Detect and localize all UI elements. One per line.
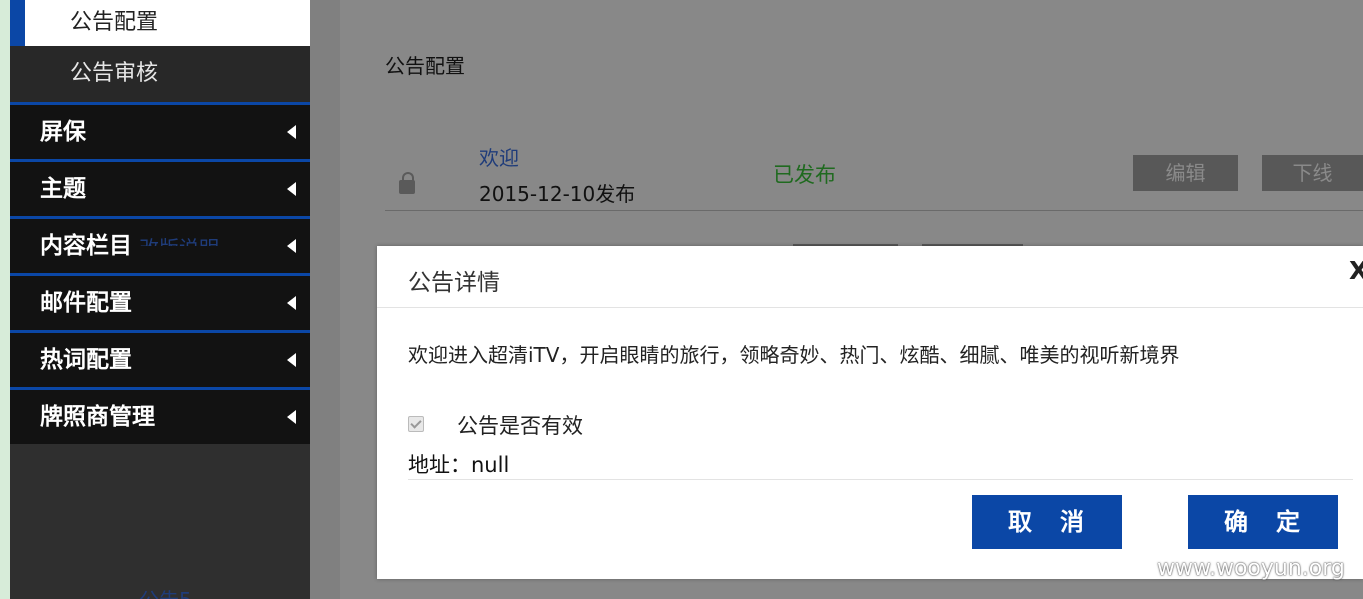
edit-button[interactable]: 编辑 (1133, 155, 1238, 191)
divider (408, 479, 1353, 480)
chevron-left-icon (287, 410, 296, 424)
dialog-title: 公告详情 (408, 270, 500, 296)
address-text: 地址：null (408, 453, 510, 477)
sidebar-item-label: 内容栏目 (40, 233, 132, 259)
offline-button[interactable]: 下线 (1262, 155, 1363, 191)
announcement-date: 2015-12-10发布 (479, 182, 636, 206)
left-edge-strip (0, 0, 10, 599)
sidebar: 公告配置 公告审核 屏保 主题 内容栏目 邮件配置 热词配置 牌照商管理 (10, 0, 310, 599)
sidebar-item-hotword-config[interactable]: 热词配置 (10, 330, 310, 387)
valid-label: 公告是否有效 (457, 414, 583, 438)
chevron-left-icon (287, 296, 296, 310)
sidebar-item-label: 主题 (40, 176, 86, 202)
announcement-row-5-title[interactable]: 公告5 (139, 590, 192, 599)
chevron-left-icon (287, 182, 296, 196)
announcement-content: 欢迎进入超清iTV，开启眼睛的旅行，领略奇妙、热门、炫酷、细腻、唯美的视听新境界 (408, 343, 1180, 367)
sidebar-item-mail-config[interactable]: 邮件配置 (10, 273, 310, 330)
divider (377, 307, 1363, 308)
sidebar-subitem-announcement-review[interactable]: 公告审核 (10, 46, 310, 102)
confirm-button[interactable]: 确 定 (1188, 495, 1338, 549)
sidebar-item-label: 热词配置 (40, 347, 132, 373)
announcement-detail-dialog: 公告详情 X 欢迎进入超清iTV，开启眼睛的旅行，领略奇妙、热门、炫酷、细腻、唯… (377, 246, 1363, 579)
cancel-button[interactable]: 取 消 (972, 495, 1122, 549)
lock-icon (399, 172, 415, 194)
sidebar-item-label: 邮件配置 (40, 290, 132, 316)
sidebar-item-licensee-management[interactable]: 牌照商管理 (10, 387, 310, 444)
announcement-row: 欢迎 2015-12-10发布 已发布 编辑 下线 (385, 138, 1363, 211)
status-badge: 已发布 (773, 163, 836, 187)
announcement-row-2-title[interactable]: 改版说明 (139, 232, 219, 246)
chevron-left-icon (287, 239, 296, 253)
sidebar-item-label: 屏保 (40, 119, 86, 145)
chevron-left-icon (287, 353, 296, 367)
page-title: 公告配置 (385, 54, 465, 78)
chevron-left-icon (287, 125, 296, 139)
sidebar-item-theme[interactable]: 主题 (10, 159, 310, 216)
sidebar-subitem-announcement-config[interactable]: 公告配置 (10, 0, 310, 46)
sidebar-item-label: 牌照商管理 (40, 404, 155, 430)
watermark: www.wooyun.org (1157, 556, 1345, 581)
close-icon[interactable]: X (1349, 256, 1363, 285)
sidebar-menu: 屏保 主题 内容栏目 邮件配置 热词配置 牌照商管理 (10, 102, 310, 444)
announcement-title[interactable]: 欢迎 (479, 142, 519, 171)
valid-checkbox[interactable] (408, 416, 424, 432)
sidebar-item-screensaver[interactable]: 屏保 (10, 102, 310, 159)
